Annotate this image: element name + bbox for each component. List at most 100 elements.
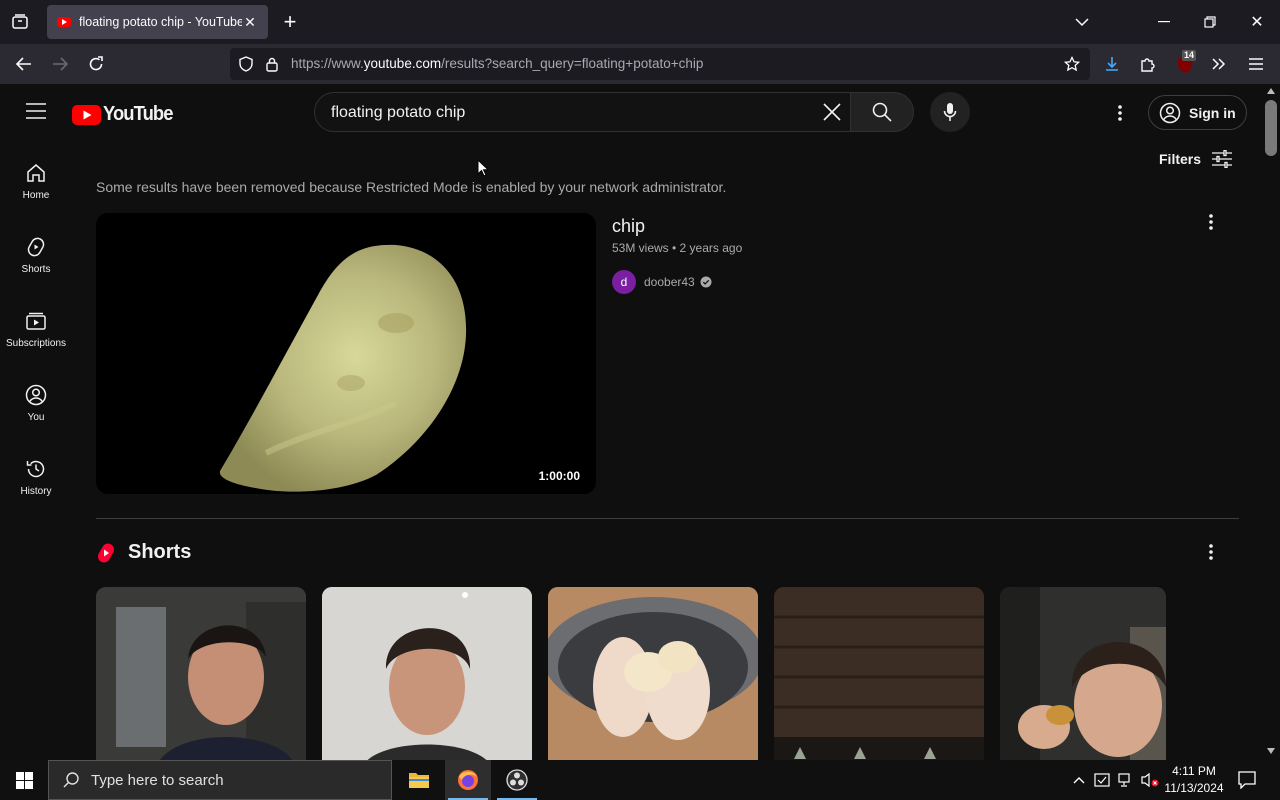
new-tab-button[interactable]: + <box>278 9 302 34</box>
list-tabs-chevron-icon[interactable] <box>1070 10 1094 34</box>
scroll-down-arrow-icon[interactable] <box>1267 748 1275 754</box>
search-input[interactable]: floating potato chip <box>314 92 851 132</box>
voice-search-button[interactable] <box>930 92 970 132</box>
bookmark-star-icon[interactable] <box>1062 54 1082 74</box>
short-1-image <box>96 587 306 760</box>
sidebar-item-history[interactable]: History <box>0 436 72 502</box>
short-thumbnail-5[interactable] <box>1000 587 1166 760</box>
video-action-menu-icon[interactable] <box>1208 213 1214 231</box>
taskbar-clock[interactable]: 4:11 PM 11/13/2024 <box>1160 763 1228 797</box>
youtube-page: YouTube floating potato chip Sign in Hom… <box>0 84 1280 760</box>
browser-tab-active[interactable]: floating potato chip - YouTube ✕ <box>47 5 268 39</box>
shorts-logo-icon <box>98 543 114 562</box>
channel-avatar[interactable]: d <box>612 270 636 294</box>
video-duration-badge: 1:00:00 <box>534 468 584 484</box>
search-button[interactable] <box>850 92 914 132</box>
video-title-link[interactable]: chip <box>612 216 645 237</box>
sidebar-item-you[interactable]: You <box>0 362 72 428</box>
sidebar-item-shorts[interactable]: Shorts <box>0 214 72 280</box>
youtube-logo-icon <box>72 104 101 125</box>
scroll-up-arrow-icon[interactable] <box>1267 88 1275 94</box>
start-button[interactable] <box>0 760 48 800</box>
subscriptions-icon <box>26 312 46 330</box>
video-thumbnail[interactable]: 1:00:00 <box>96 213 596 494</box>
app-menu-hamburger-icon[interactable] <box>1244 52 1268 76</box>
sidebar-item-subscriptions[interactable]: Subscriptions <box>0 288 72 354</box>
firefox-icon <box>458 770 478 790</box>
extension-badge: 14 <box>1182 50 1197 61</box>
shorts-shelf-header: Shorts <box>96 541 191 564</box>
clock-time: 4:11 PM <box>1172 764 1216 778</box>
search-icon <box>63 772 79 788</box>
taskbar-file-explorer[interactable] <box>396 760 442 800</box>
history-icon <box>26 460 45 478</box>
extensions-puzzle-icon[interactable] <box>1136 52 1160 76</box>
sidebar-item-label: Shorts <box>21 264 51 275</box>
forward-button[interactable] <box>48 52 72 76</box>
channel-link[interactable]: d doober43 <box>612 270 712 294</box>
short-thumbnail-2[interactable] <box>322 587 532 760</box>
shorts-menu-icon[interactable] <box>1208 543 1214 561</box>
taskbar-obs[interactable] <box>494 760 540 800</box>
obs-icon <box>506 769 528 791</box>
youtube-logo[interactable]: YouTube <box>72 103 179 126</box>
taskbar-search-placeholder: Type here to search <box>91 771 224 789</box>
tab-overview-icon[interactable] <box>8 10 32 34</box>
url-text[interactable]: https://www.youtube.com/results?search_q… <box>291 56 703 71</box>
short-4-image <box>774 587 984 760</box>
video-metadata: 53M views • 2 years ago <box>612 241 743 255</box>
page-scrollbar[interactable] <box>1262 84 1280 760</box>
short-5-image <box>1000 587 1166 760</box>
window-restore-button[interactable] <box>1198 10 1222 34</box>
search-icon <box>872 102 892 122</box>
channel-name[interactable]: doober43 <box>644 275 695 289</box>
short-thumbnail-4[interactable] <box>774 587 984 760</box>
sign-in-label: Sign in <box>1189 104 1236 121</box>
notifications-icon[interactable] <box>1238 771 1256 789</box>
youtube-logo-text: YouTube <box>103 103 173 125</box>
browser-nav-bar: https://www.youtube.com/results?search_q… <box>0 44 1280 84</box>
shorts-title: Shorts <box>128 541 192 563</box>
clock-date: 11/13/2024 <box>1164 781 1224 795</box>
short-2-image <box>322 587 532 760</box>
taskbar-firefox[interactable] <box>445 760 491 800</box>
browser-tab-bar: floating potato chip - YouTube ✕ + ✕ <box>0 0 1280 44</box>
window-minimize-button[interactable] <box>1152 10 1176 34</box>
settings-more-icon[interactable] <box>1117 104 1123 122</box>
lock-icon[interactable] <box>262 54 282 74</box>
sidebar-item-home[interactable]: Home <box>0 140 72 206</box>
guide-menu-icon[interactable] <box>26 103 46 119</box>
back-button[interactable] <box>12 52 36 76</box>
microphone-icon <box>943 103 957 121</box>
reload-button[interactable] <box>84 52 108 76</box>
tracking-shield-icon[interactable] <box>236 54 256 74</box>
more-tools-chevrons-icon[interactable] <box>1207 52 1231 76</box>
security-tray-icon[interactable] <box>1094 772 1110 788</box>
url-prefix: https://www. <box>291 56 364 71</box>
you-icon <box>25 384 47 406</box>
mouse-cursor-icon <box>477 159 489 177</box>
url-domain: youtube.com <box>363 56 442 71</box>
window-close-button[interactable]: ✕ <box>1245 10 1269 34</box>
taskbar-search-box[interactable]: Type here to search <box>48 760 392 800</box>
downloads-icon[interactable] <box>1100 52 1124 76</box>
short-thumbnail-1[interactable] <box>96 587 306 760</box>
network-tray-icon[interactable] <box>1118 772 1134 788</box>
ublock-extension-icon[interactable]: 14 <box>1174 50 1198 76</box>
tab-title: floating potato chip - YouTube <box>79 15 242 29</box>
filters-button[interactable]: Filters <box>1159 150 1233 168</box>
tab-close-icon[interactable]: ✕ <box>242 14 258 30</box>
youtube-favicon-icon <box>57 17 71 27</box>
scrollbar-thumb[interactable] <box>1265 100 1277 156</box>
short-3-image <box>548 587 758 760</box>
windows-taskbar: Type here to search 4:11 PM 11/13/2024 <box>0 760 1280 800</box>
short-thumbnail-3[interactable] <box>548 587 758 760</box>
url-path: /results?search_query=floating+potato+ch… <box>441 56 704 71</box>
verified-badge-icon <box>700 276 712 288</box>
volume-muted-tray-icon[interactable] <box>1141 772 1159 788</box>
home-icon <box>27 164 45 182</box>
show-hidden-icons-chevron[interactable] <box>1070 770 1088 790</box>
clear-search-icon[interactable] <box>823 103 841 121</box>
address-bar[interactable]: https://www.youtube.com/results?search_q… <box>230 48 1090 80</box>
sign-in-button[interactable]: Sign in <box>1148 95 1247 130</box>
